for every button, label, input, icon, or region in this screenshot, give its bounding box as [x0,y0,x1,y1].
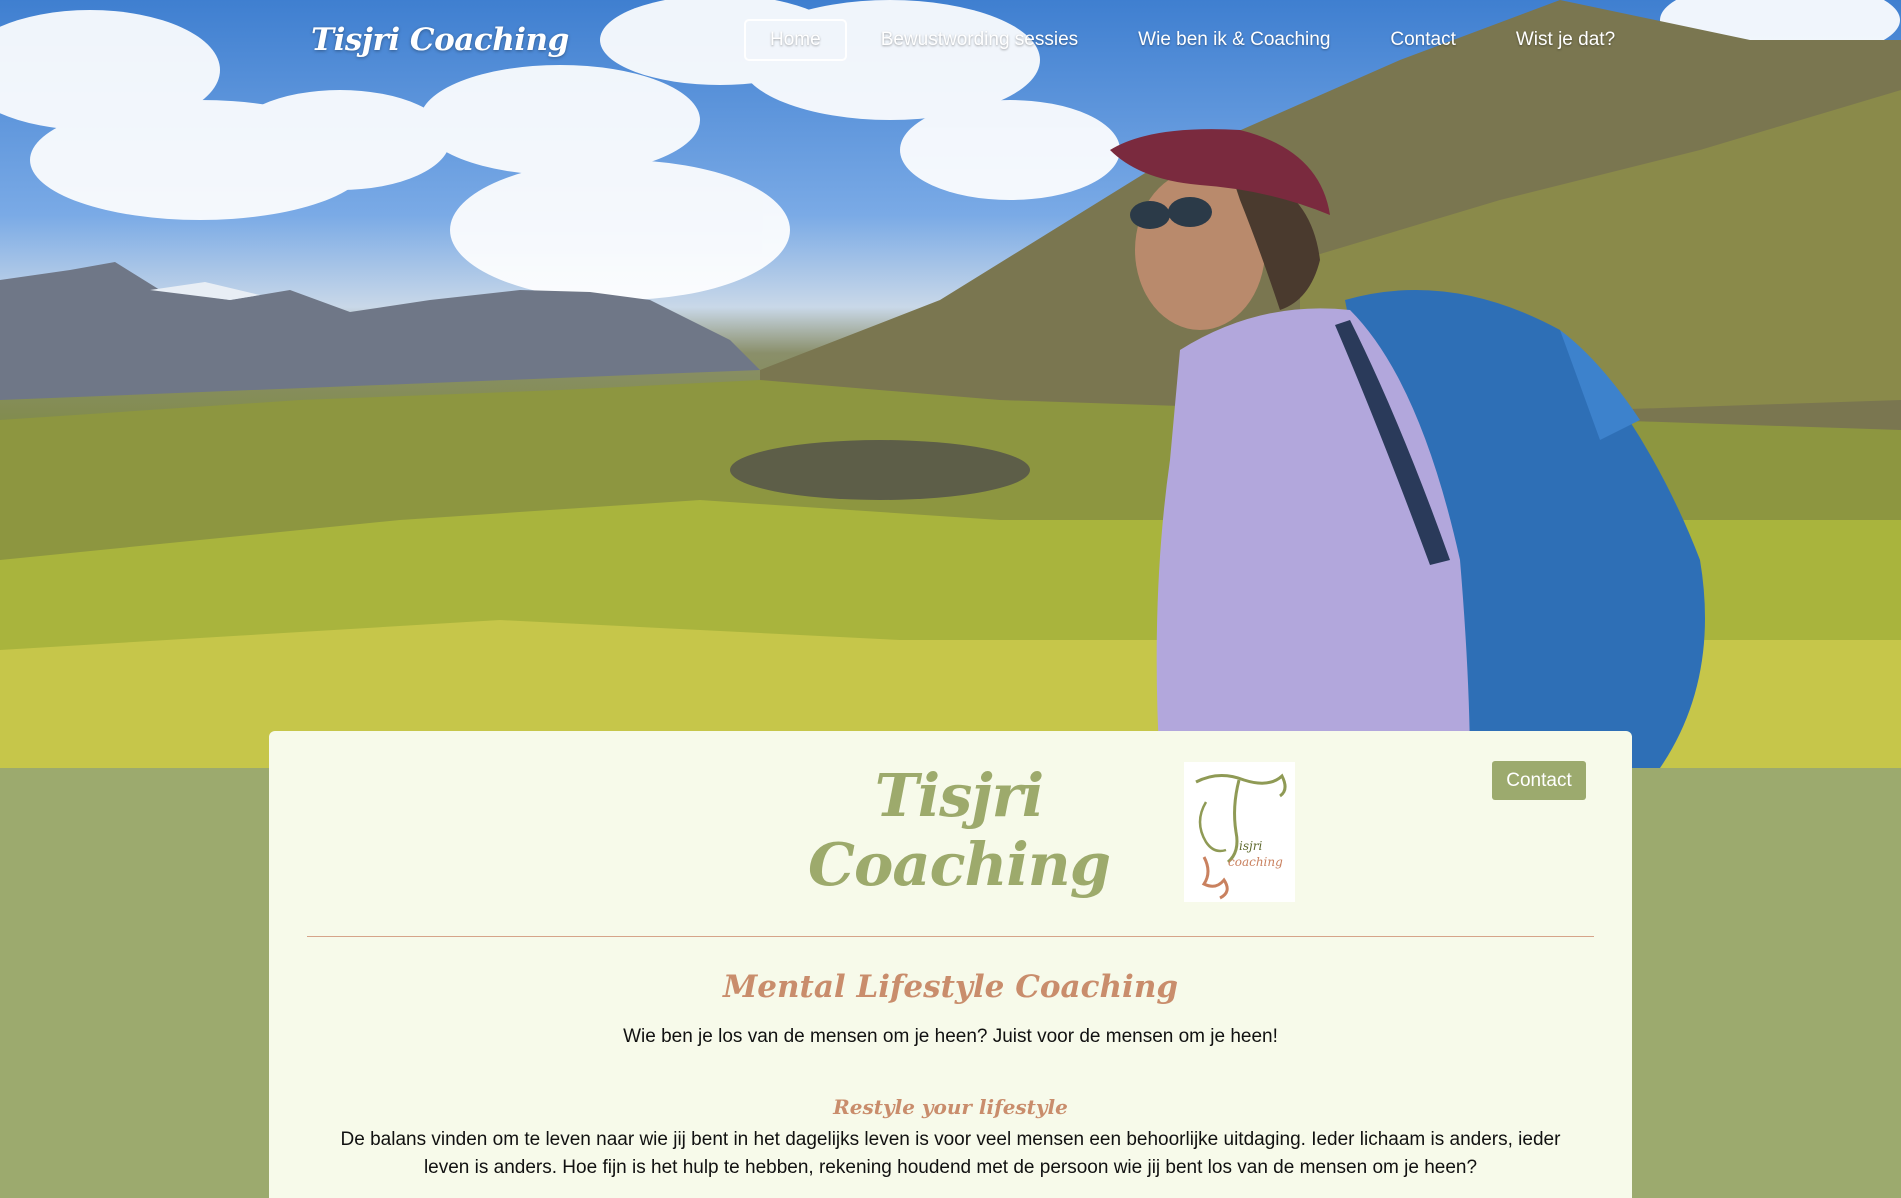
nav-bewustwording-sessies[interactable]: Bewustwording sessies [855,19,1104,61]
hero-image [0,0,1901,768]
sub-heading: Restyle your lifestyle [833,1095,1068,1119]
hero-banner: Tisjri Coaching Home Bewustwording sessi… [0,0,1901,768]
section-heading: Mental Lifestyle Coaching [722,969,1179,1005]
nav-contact[interactable]: Contact [1364,19,1481,61]
main-nav: Home Bewustwording sessies Wie ben ik & … [744,19,1649,61]
logo-text-top: isjri [1239,839,1262,853]
brand-logo: isjri coaching [1184,762,1295,902]
body-paragraph: De balans vinden om te leven naar wie ji… [340,1129,1561,1178]
content-card: Tisjri Coaching isjri coaching Contact M… [269,731,1632,1198]
site-logo[interactable]: Tisjri Coaching [311,22,569,58]
tisjri-logo-icon: isjri coaching [1195,773,1287,900]
logo-text-bottom: coaching [1228,855,1283,869]
divider [307,936,1594,937]
nav-home[interactable]: Home [744,19,847,61]
nav-wie-ben-ik[interactable]: Wie ben ik & Coaching [1112,19,1356,61]
page-title: Tisjri Coaching [808,761,1111,899]
section-subtitle: Wie ben je los van de mensen om je heen?… [623,1026,1278,1047]
contact-button[interactable]: Contact [1492,761,1586,800]
nav-wist-je-dat[interactable]: Wist je dat? [1490,19,1641,61]
